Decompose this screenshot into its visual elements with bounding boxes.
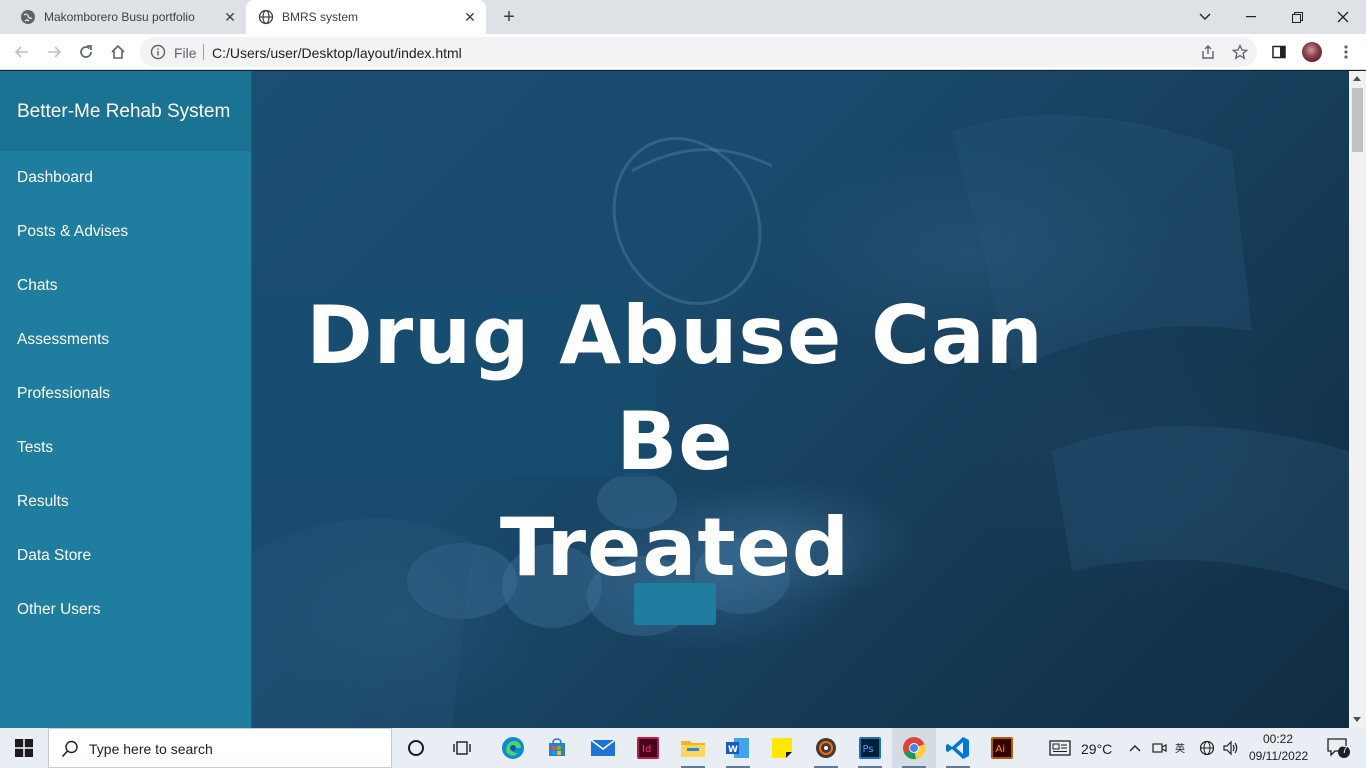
- clock-date[interactable]: 09/11/2022: [1249, 749, 1308, 763]
- bookmark-star-icon[interactable]: [1228, 40, 1252, 64]
- reload-icon[interactable]: [74, 40, 98, 64]
- vertical-scrollbar[interactable]: [1349, 71, 1366, 728]
- sidebar-item-other-users[interactable]: Other Users: [17, 601, 101, 619]
- close-tab-icon[interactable]: ✕: [222, 9, 238, 25]
- chrome-icon[interactable]: [892, 728, 936, 768]
- info-icon[interactable]: [150, 44, 166, 60]
- clock-time[interactable]: 00:22: [1263, 732, 1293, 746]
- tab-title: Makomborero Busu portfolio: [44, 10, 195, 24]
- scroll-up-icon[interactable]: [1353, 76, 1361, 81]
- volume-icon[interactable]: [1220, 728, 1242, 768]
- network-globe-icon[interactable]: [1196, 728, 1218, 768]
- globe-icon: [258, 9, 274, 25]
- brand-title[interactable]: Better-Me Rehab System: [0, 71, 251, 151]
- sidebar: Better-Me Rehab System Dashboard Posts &…: [0, 71, 252, 728]
- sidebar-item-posts[interactable]: Posts & Advises: [17, 223, 128, 241]
- kebab-menu-icon[interactable]: [1334, 40, 1358, 64]
- tab-title: BMRS system: [282, 10, 359, 24]
- hero-banner: Drug Abuse Can Be Treated: [252, 71, 1349, 728]
- svg-text:W: W: [728, 745, 738, 755]
- tab-portfolio[interactable]: Makomborero Busu portfolio ✕: [8, 0, 246, 34]
- profile-avatar[interactable]: [1302, 42, 1322, 62]
- svg-text:Id: Id: [642, 744, 651, 755]
- tab-strip: Makomborero Busu portfolio ✕ BMRS system…: [0, 0, 1366, 34]
- sidebar-item-data-store[interactable]: Data Store: [17, 547, 91, 565]
- home-icon[interactable]: [106, 40, 130, 64]
- svg-text:英: 英: [1175, 742, 1185, 755]
- task-view-icon[interactable]: [441, 728, 485, 768]
- hero-title-line-1: Drug Abuse Can Be: [306, 289, 1044, 488]
- minimize-icon[interactable]: [1228, 0, 1274, 34]
- taskbar-search-box[interactable]: Type here to search: [48, 728, 392, 768]
- sidebar-item-assessments[interactable]: Assessments: [17, 331, 109, 349]
- scroll-down-icon[interactable]: [1353, 717, 1361, 722]
- taskbar: Type here to search Id W Ps Ai 29°C 英 00…: [0, 728, 1366, 768]
- svg-text:Ai: Ai: [996, 744, 1006, 755]
- scrollbar-thumb[interactable]: [1352, 88, 1363, 152]
- word-icon[interactable]: W: [716, 728, 760, 768]
- store-icon[interactable]: [535, 728, 579, 768]
- hero-title: Drug Abuse Can Be Treated: [252, 283, 1098, 601]
- close-tab-icon[interactable]: ✕: [462, 9, 478, 25]
- windows-start-icon[interactable]: [0, 728, 48, 768]
- address-bar[interactable]: File C:/Users/user/Desktop/layout/index.…: [140, 37, 1257, 67]
- share-icon[interactable]: [1196, 40, 1220, 64]
- forward-icon[interactable]: [42, 40, 66, 64]
- search-placeholder: Type here to search: [89, 741, 213, 757]
- side-panel-icon[interactable]: [1267, 40, 1291, 64]
- url-text[interactable]: C:/Users/user/Desktop/layout/index.html: [212, 45, 462, 61]
- tab-bmrs[interactable]: BMRS system ✕: [246, 0, 486, 34]
- chevron-down-icon[interactable]: [1182, 0, 1228, 34]
- notification-count: 7: [1342, 745, 1348, 756]
- divider: [203, 44, 204, 60]
- sidebar-item-results[interactable]: Results: [17, 493, 69, 511]
- hero-title-line-2: Treated: [499, 501, 851, 594]
- file-explorer-icon[interactable]: [671, 728, 715, 768]
- illustrator-icon[interactable]: Ai: [980, 728, 1024, 768]
- sidebar-item-professionals[interactable]: Professionals: [17, 385, 110, 403]
- sidebar-item-dashboard[interactable]: Dashboard: [17, 169, 93, 187]
- vscode-icon[interactable]: [936, 728, 980, 768]
- meet-now-icon[interactable]: [1148, 728, 1170, 768]
- search-icon: [61, 740, 79, 763]
- globe-icon: [20, 9, 36, 25]
- cortana-icon[interactable]: [394, 728, 438, 768]
- back-icon[interactable]: [10, 40, 34, 64]
- notification-center-icon[interactable]: 7: [1318, 728, 1358, 768]
- sidebar-item-chats[interactable]: Chats: [17, 277, 58, 295]
- scheme-label: File: [174, 45, 197, 61]
- language-ime-icon[interactable]: 英: [1172, 728, 1194, 768]
- indesign-icon[interactable]: Id: [626, 728, 670, 768]
- new-tab-button[interactable]: +: [498, 6, 520, 28]
- weather-temperature[interactable]: 29°C: [1081, 741, 1112, 757]
- page-viewport: Better-Me Rehab System Dashboard Posts &…: [0, 71, 1366, 728]
- photoshop-icon[interactable]: Ps: [848, 728, 892, 768]
- chevron-up-icon[interactable]: [1124, 728, 1146, 768]
- edge-icon[interactable]: [491, 728, 535, 768]
- mail-icon[interactable]: [581, 728, 625, 768]
- hero-cta-button[interactable]: [634, 583, 716, 625]
- close-icon[interactable]: [1320, 0, 1366, 34]
- news-widget-icon[interactable]: [1042, 728, 1078, 768]
- restore-icon[interactable]: [1274, 0, 1320, 34]
- sticky-notes-icon[interactable]: [760, 728, 804, 768]
- media-player-icon[interactable]: [804, 728, 848, 768]
- browser-toolbar: File C:/Users/user/Desktop/layout/index.…: [0, 34, 1366, 70]
- svg-text:Ps: Ps: [863, 744, 874, 755]
- sidebar-item-tests[interactable]: Tests: [17, 439, 53, 457]
